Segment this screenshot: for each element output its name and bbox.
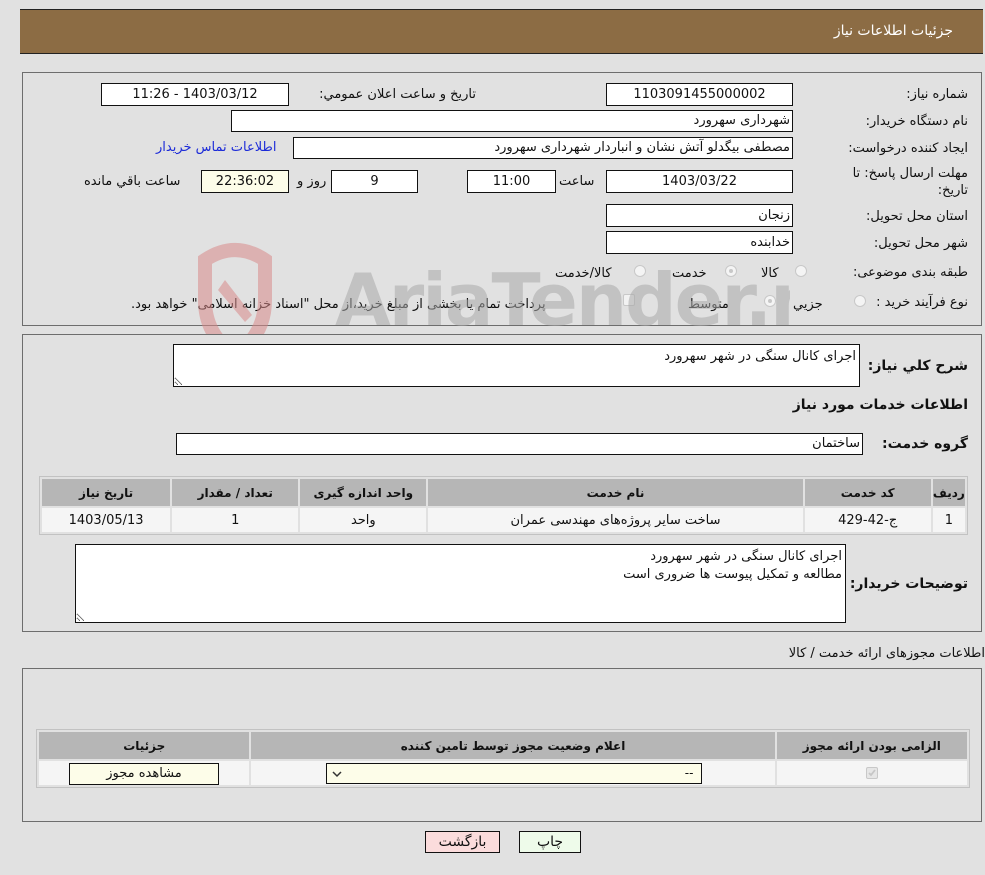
- table-row: -- مشاهده مجوز: [39, 761, 967, 785]
- purchase-type-label: نوع فرآیند خرید :: [876, 295, 968, 310]
- cell-permit-status: --: [251, 761, 775, 785]
- page-title: جزئيات اطلاعات نیاز: [833, 23, 953, 39]
- col-need-date: تاریخ نیاز: [42, 479, 171, 506]
- cell-service-name: ساخت سایر پروژه‌های مهندسی عمران: [428, 508, 803, 532]
- cell-permit-details: مشاهده مجوز: [39, 761, 250, 785]
- cell-quantity: 1: [172, 508, 299, 532]
- treasury-checkbox[interactable]: [623, 294, 635, 306]
- deadline-label-date: تاریخ:: [937, 183, 968, 198]
- cell-unit: واحد: [300, 508, 427, 532]
- col-permit-required: الزامی بودن ارائه مجوز: [776, 732, 967, 759]
- permits-title: اطلاعات مجوزهای ارائه خدمت / کالا: [788, 646, 985, 661]
- services-table-header: ردیف کد خدمت نام خدمت واحد اندازه گیری ت…: [42, 479, 965, 506]
- deadline-label: مهلت ارسال پاسخ: تا: [852, 166, 968, 181]
- category-radio-service[interactable]: [725, 265, 737, 277]
- buyer-notes-textarea[interactable]: [75, 544, 846, 623]
- province-field: زنجان: [606, 204, 793, 227]
- permit-status-select[interactable]: --: [326, 763, 703, 784]
- remaining-time-field: 22:36:02: [201, 170, 289, 193]
- requester-field: مصطفی بیگدلو آتش نشان و انباردار شهرداری…: [293, 137, 793, 159]
- buyer-contact-link[interactable]: اطلاعات تماس خریدار: [156, 140, 276, 155]
- cell-need-date: 1403/05/13: [42, 508, 171, 532]
- chevron-down-icon: [332, 771, 342, 778]
- cell-service-code: ج-42-429: [804, 508, 931, 532]
- buyer-org-label: نام دستگاه خریدار:: [865, 114, 968, 129]
- need-number-field: 1103091455000002: [606, 83, 793, 106]
- col-service-name: نام خدمت: [428, 479, 803, 506]
- service-group-field: ساختمان: [176, 433, 863, 455]
- col-unit: واحد اندازه گیری: [300, 479, 427, 506]
- announce-datetime-field: 1403/03/12 - 11:26: [101, 83, 289, 106]
- service-group-label: گروه خدمت:: [882, 436, 968, 452]
- col-service-code: کد خدمت: [804, 479, 931, 506]
- view-permit-button[interactable]: مشاهده مجوز: [69, 763, 219, 785]
- general-description-label: شرح کلي نیاز:: [867, 358, 968, 374]
- category-radio-goods-service[interactable]: [634, 265, 646, 277]
- category-option-service: خدمت: [672, 266, 707, 281]
- print-button[interactable]: چاپ: [519, 831, 581, 853]
- need-number-label: شماره نیاز:: [906, 87, 968, 102]
- deadline-date-field: 1403/03/22: [606, 170, 793, 193]
- purchase-type-radio-minor[interactable]: [854, 295, 866, 307]
- remaining-days-field: 9: [331, 170, 418, 193]
- treasury-note: پرداخت تمام یا بخشی از مبلغ خرید،از محل …: [131, 297, 546, 312]
- permit-status-value: --: [684, 766, 694, 780]
- deadline-time-field: 11:00: [467, 170, 556, 193]
- purchase-type-radio-medium[interactable]: [764, 295, 776, 307]
- city-field: خدابنده: [606, 231, 793, 254]
- category-label: طبقه بندی موضوعی:: [852, 265, 968, 280]
- table-row: 1 ج-42-429 ساخت سایر پروژه‌های مهندسی عم…: [42, 508, 965, 532]
- services-heading: اطلاعات خدمات مورد نیاز: [792, 397, 968, 413]
- remaining-time-label: ساعت باقي مانده: [84, 174, 181, 189]
- purchase-type-option-medium: متوسط: [688, 297, 729, 312]
- category-radio-goods[interactable]: [795, 265, 807, 277]
- cell-row-number: 1: [932, 508, 965, 532]
- permit-required-checkbox[interactable]: [865, 767, 878, 779]
- services-table: ردیف کد خدمت نام خدمت واحد اندازه گیری ت…: [39, 476, 968, 535]
- col-quantity: تعداد / مقدار: [172, 479, 299, 506]
- requester-label: ایجاد کننده درخواست:: [848, 141, 968, 156]
- province-label: استان محل تحویل:: [866, 209, 968, 224]
- city-label: شهر محل تحویل:: [873, 236, 968, 251]
- back-button[interactable]: بازگشت: [425, 831, 500, 853]
- permits-table-header: الزامی بودن ارائه مجوز اعلام وضعیت مجوز …: [39, 732, 967, 759]
- category-option-goods: کالا: [761, 266, 779, 281]
- purchase-type-option-minor: جزيي: [793, 297, 823, 312]
- deadline-time-label: ساعت: [559, 174, 595, 189]
- announce-datetime-label: تاریخ و ساعت اعلان عمومي:: [319, 87, 476, 102]
- permits-table: الزامی بودن ارائه مجوز اعلام وضعیت مجوز …: [36, 729, 970, 788]
- buyer-org-field: شهرداری سهرورد: [231, 110, 793, 132]
- col-row-number: ردیف: [932, 479, 965, 506]
- check-icon: [868, 769, 876, 777]
- general-description-textarea[interactable]: [173, 344, 860, 387]
- buyer-notes-label: توضیحات خریدار:: [849, 576, 968, 592]
- cell-permit-required: [776, 761, 967, 785]
- days-label: روز و: [297, 174, 327, 189]
- col-permit-details: جزئیات: [39, 732, 250, 759]
- page-header: جزئيات اطلاعات نیاز: [20, 9, 983, 54]
- category-option-goods-service: کالا/خدمت: [555, 266, 612, 281]
- col-permit-status: اعلام وضعیت مجوز توسط تامین کننده: [251, 732, 775, 759]
